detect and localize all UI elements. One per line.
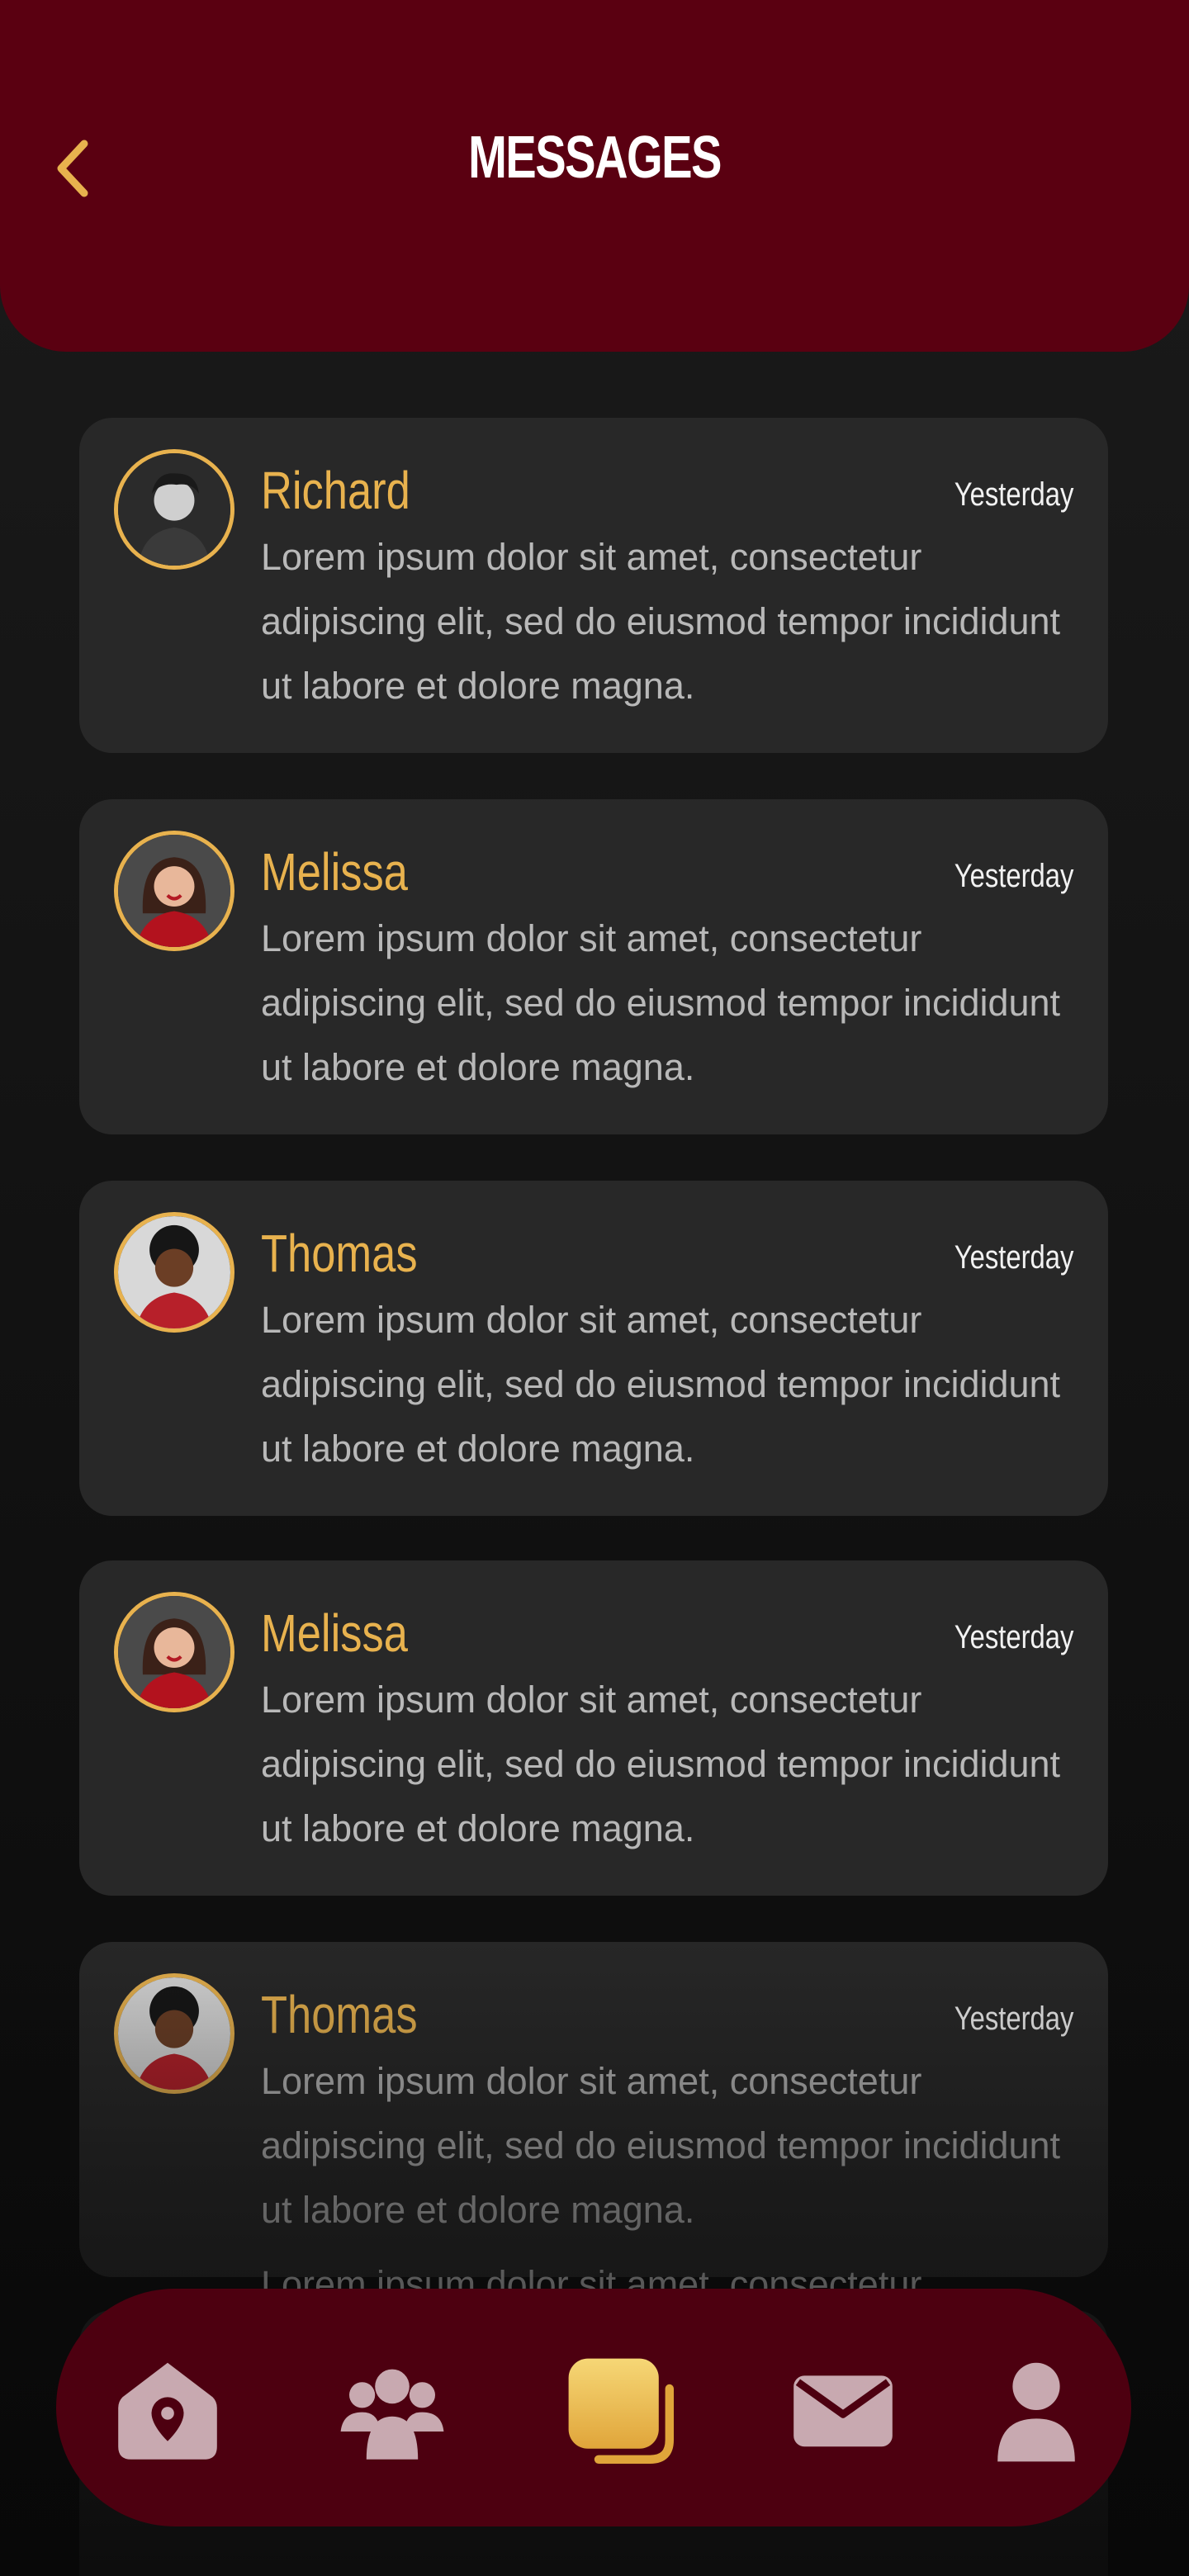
message-card[interactable]: Melissa Yesterday Lorem ipsum dolor sit … — [79, 1560, 1108, 1896]
message-time: Yesterday — [954, 2001, 1073, 2037]
page-title: MESSAGES — [468, 125, 722, 191]
mail-icon — [793, 2375, 893, 2447]
sender-name: Thomas — [261, 1985, 418, 2044]
bottom-nav — [56, 2289, 1131, 2526]
home-location-icon — [118, 2362, 217, 2460]
profile-icon — [997, 2362, 1075, 2462]
avatar — [114, 1212, 234, 1333]
sender-name: Melissa — [261, 842, 408, 902]
message-preview: Lorem ipsum dolor sit amet, consectetur … — [261, 536, 1061, 707]
message-preview: Lorem ipsum dolor sit amet, consectetur … — [261, 917, 1061, 1088]
sender-name: Thomas — [261, 1224, 418, 1283]
nav-profile[interactable] — [983, 2356, 1090, 2464]
avatar — [114, 831, 234, 951]
message-time: Yesterday — [954, 476, 1073, 513]
message-time: Yesterday — [954, 1619, 1073, 1655]
header: MESSAGES — [0, 0, 1189, 352]
cards-icon — [568, 2358, 674, 2464]
nav-mail[interactable] — [789, 2356, 897, 2464]
message-card[interactable]: Thomas Yesterday Lorem ipsum dolor sit a… — [79, 1181, 1108, 1516]
message-list: Richard Yesterday Lorem ipsum dolor sit … — [79, 418, 1108, 2576]
message-card[interactable]: Thomas Yesterday Lorem ipsum dolor sit a… — [79, 1942, 1108, 2277]
message-card[interactable]: Richard Yesterday Lorem ipsum dolor sit … — [79, 418, 1108, 753]
message-time: Yesterday — [954, 858, 1073, 894]
avatar — [114, 449, 234, 570]
nav-friends[interactable] — [339, 2356, 446, 2464]
nav-messages[interactable] — [566, 2356, 674, 2464]
chevron-left-icon — [57, 140, 88, 197]
sender-name: Melissa — [261, 1603, 408, 1663]
message-preview: Lorem ipsum dolor sit amet, consectetur … — [261, 1299, 1061, 1470]
back-button[interactable] — [46, 135, 99, 201]
avatar — [114, 1592, 234, 1712]
users-icon — [340, 2369, 444, 2460]
message-preview: Lorem ipsum dolor sit amet, consectetur … — [261, 2060, 1061, 2231]
sender-name: Richard — [261, 461, 410, 520]
message-preview: Lorem ipsum dolor sit amet, consectetur … — [261, 1679, 1061, 1849]
message-card[interactable]: Melissa Yesterday Lorem ipsum dolor sit … — [79, 799, 1108, 1134]
avatar — [114, 1973, 234, 2094]
nav-home[interactable] — [114, 2356, 221, 2464]
message-time: Yesterday — [954, 1239, 1073, 1276]
